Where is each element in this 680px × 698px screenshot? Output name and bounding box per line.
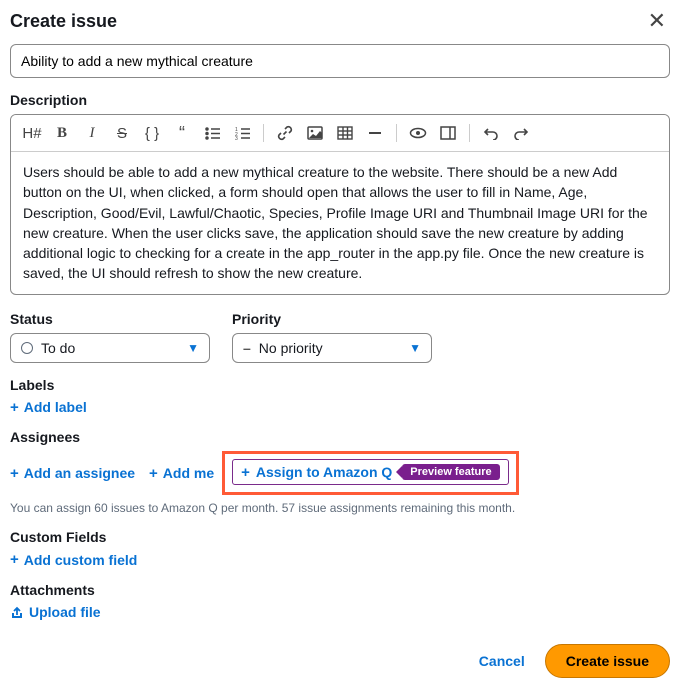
upload-file-button[interactable]: Upload file [10, 604, 101, 620]
attachments-label: Attachments [10, 582, 670, 598]
undo-icon[interactable] [478, 121, 504, 145]
link-icon[interactable] [272, 121, 298, 145]
editor-toolbar: H# B I S { } “ 123 [11, 115, 669, 152]
assignees-label: Assignees [10, 429, 670, 445]
description-editor: H# B I S { } “ 123 [10, 114, 670, 295]
priority-dropdown[interactable]: –No priority ▼ [232, 333, 432, 363]
status-dropdown[interactable]: To do ▼ [10, 333, 210, 363]
assignees-helper-text: You can assign 60 issues to Amazon Q per… [10, 501, 670, 515]
preview-feature-badge: Preview feature [402, 464, 499, 480]
highlight-annotation: + Assign to Amazon Q Preview feature [222, 451, 518, 495]
status-value: To do [41, 340, 75, 356]
bullet-list-icon[interactable] [199, 121, 225, 145]
status-label: Status [10, 311, 210, 327]
add-label-button[interactable]: +Add label [10, 399, 87, 415]
svg-text:3: 3 [235, 136, 238, 140]
bold-icon[interactable]: B [49, 121, 75, 145]
ordered-list-icon[interactable]: 123 [229, 121, 255, 145]
priority-none-icon: – [243, 340, 251, 356]
custom-fields-label: Custom Fields [10, 529, 670, 545]
add-me-button[interactable]: +Add me [149, 465, 214, 481]
horizontal-rule-icon[interactable] [362, 121, 388, 145]
cancel-button[interactable]: Cancel [479, 653, 525, 669]
description-label: Description [10, 92, 670, 108]
close-icon[interactable]: ✕ [644, 10, 670, 32]
strikethrough-icon[interactable]: S [109, 121, 135, 145]
add-custom-field-button[interactable]: +Add custom field [10, 552, 137, 568]
create-issue-button[interactable]: Create issue [545, 644, 670, 678]
plus-icon: + [241, 465, 250, 480]
plus-icon: + [10, 400, 19, 415]
chevron-down-icon: ▼ [187, 341, 199, 355]
redo-icon[interactable] [508, 121, 534, 145]
priority-label: Priority [232, 311, 432, 327]
chevron-down-icon: ▼ [409, 341, 421, 355]
plus-icon: + [10, 552, 19, 567]
image-icon[interactable] [302, 121, 328, 145]
add-assignee-button[interactable]: +Add an assignee [10, 465, 135, 481]
priority-value: No priority [259, 340, 323, 356]
side-panel-icon[interactable] [435, 121, 461, 145]
upload-icon [10, 605, 24, 619]
preview-icon[interactable] [405, 121, 431, 145]
plus-icon: + [149, 466, 158, 481]
plus-icon: + [10, 466, 19, 481]
assign-amazon-q-button[interactable]: + Assign to Amazon Q Preview feature [232, 459, 508, 485]
labels-label: Labels [10, 377, 670, 393]
status-todo-icon [21, 342, 33, 354]
modal-title: Create issue [10, 11, 117, 32]
quote-icon[interactable]: “ [169, 121, 195, 145]
issue-title-input[interactable] [10, 44, 670, 78]
table-icon[interactable] [332, 121, 358, 145]
code-icon[interactable]: { } [139, 121, 165, 145]
description-textarea[interactable]: Users should be able to add a new mythic… [11, 152, 669, 294]
italic-icon[interactable]: I [79, 121, 105, 145]
heading-icon[interactable]: H# [19, 121, 45, 145]
